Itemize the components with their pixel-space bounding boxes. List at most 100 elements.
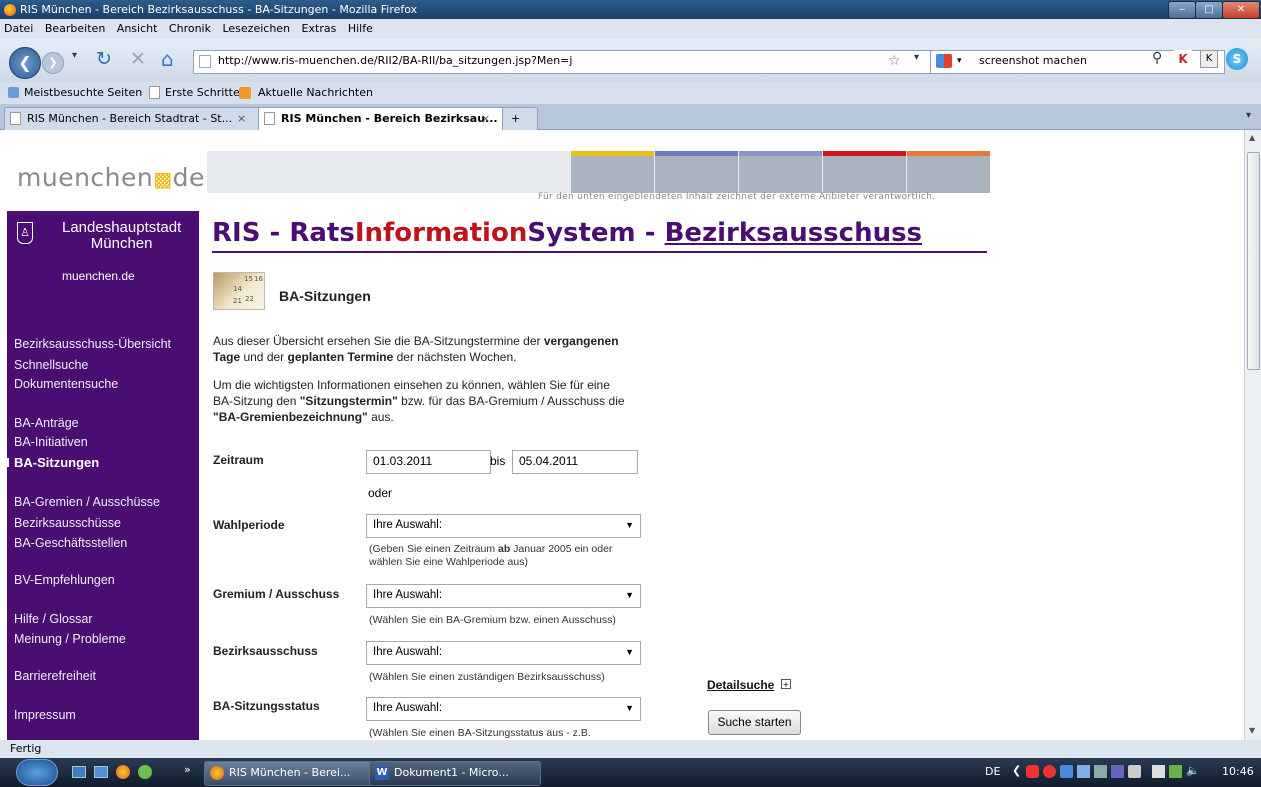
scroll-down-icon[interactable]: ▼ — [1249, 726, 1255, 735]
menu-bearbeiten[interactable]: Bearbeiten — [45, 22, 105, 35]
addon-k-red-icon[interactable]: K — [1174, 50, 1192, 68]
tab-stadtrat[interactable]: RIS München - Bereich Stadtrat - St... × — [4, 107, 278, 131]
tab-close-icon[interactable]: × — [481, 108, 490, 130]
muenchen-logo[interactable]: muenchen▩de — [17, 163, 205, 192]
bezirksausschuss-hint: (Wählen Sie einen zuständigen Bezirksaus… — [369, 671, 605, 683]
sidebar-item-impressum[interactable]: Impressum — [14, 708, 76, 722]
muenchen-link[interactable]: muenchen.de — [62, 269, 135, 283]
new-tab-button[interactable]: + — [502, 107, 538, 131]
menu-datei[interactable]: Datei — [4, 22, 33, 35]
maximize-button[interactable]: □ — [1195, 1, 1223, 19]
skype-icon[interactable]: S — [1226, 48, 1248, 70]
page-icon — [199, 55, 211, 68]
select-value: Ihre Auswahl: — [373, 589, 443, 601]
google-icon[interactable] — [936, 54, 952, 68]
scrollbar-thumb[interactable] — [1247, 152, 1260, 370]
tray-network2-icon[interactable] — [1169, 765, 1182, 778]
banner-block — [571, 151, 654, 193]
forward-button[interactable]: ❯ — [42, 52, 64, 74]
sidebar-item-dokumentensuche[interactable]: Dokumentensuche — [14, 377, 118, 391]
tray-app-icon[interactable] — [1128, 765, 1141, 778]
sidebar-item-barrierefreiheit[interactable]: Barrierefreiheit — [14, 669, 96, 683]
intro-text: und der — [240, 350, 288, 364]
system-tray-icons[interactable]: ❮ 🔈 — [1012, 764, 1212, 780]
home-icon[interactable]: ⌂ — [161, 47, 174, 71]
menu-extras[interactable]: Extras — [302, 22, 337, 35]
banner-block — [655, 151, 738, 193]
tray-app-icon[interactable] — [1094, 765, 1107, 778]
firefox-icon — [210, 766, 224, 780]
search-icon[interactable]: ⚲ — [1152, 50, 1162, 66]
start-button[interactable] — [16, 759, 58, 786]
vertical-scrollbar[interactable]: ▲ ▼ — [1244, 130, 1261, 740]
sidebar-item-ba-antraege[interactable]: BA-Anträge — [14, 416, 79, 430]
expand-icon[interactable]: + — [781, 679, 791, 689]
chevron-down-icon: ▼ — [625, 647, 634, 657]
url-bar[interactable]: http://www.ris-muenchen.de/RII2/BA-RII/b… — [193, 50, 939, 74]
chevron-down-icon: ▼ — [625, 703, 634, 713]
tray-app-icon[interactable] — [1111, 765, 1124, 778]
search-submit-button[interactable]: Suche starten — [708, 710, 801, 735]
minimize-button[interactable]: ‒ — [1168, 1, 1196, 19]
detailsuche-link[interactable]: Detailsuche — [707, 678, 774, 692]
menu-lesezeichen[interactable]: Lesezeichen — [222, 22, 290, 35]
sidebar-item-ba-geschaeftsstellen[interactable]: BA-Geschäftsstellen — [14, 536, 127, 550]
sitzungsstatus-select[interactable]: Ihre Auswahl: ▼ — [366, 697, 641, 721]
sidebar-item-ba-uebersicht[interactable]: Bezirksausschuss-Übersicht — [14, 337, 171, 351]
tray-security-icon[interactable] — [1043, 765, 1056, 778]
bookmark-star-icon[interactable]: ☆ — [888, 51, 901, 71]
calendar-icon: 15 16 14 21 22 — [213, 272, 265, 310]
bookmarks-toolbar: Meistbesuchte Seiten Erste Schritte Aktu… — [0, 82, 1261, 104]
sidebar-item-ba-gremien[interactable]: BA-Gremien / Ausschüsse — [14, 495, 160, 509]
gremium-select[interactable]: Ihre Auswahl: ▼ — [366, 584, 641, 608]
menu-ansicht[interactable]: Ansicht — [117, 22, 158, 35]
tray-device-icon[interactable] — [1152, 765, 1165, 778]
sidebar-item-meinung-probleme[interactable]: Meinung / Probleme — [14, 632, 126, 646]
tab-close-icon[interactable]: × — [237, 108, 246, 130]
scroll-up-icon[interactable]: ▲ — [1249, 133, 1255, 142]
tab-bezirksausschuss[interactable]: RIS München - Bereich Bezirksau... × — [258, 107, 522, 131]
most-visited-icon — [8, 87, 19, 98]
rss-icon — [239, 87, 251, 99]
sidebar-item-ba-initiativen[interactable]: BA-Initiativen — [14, 435, 88, 449]
reload-icon[interactable]: ↻ — [96, 48, 112, 70]
taskbar-item-word[interactable]: W Dokument1 - Micro... — [369, 761, 541, 786]
url-dropdown-icon[interactable]: ▾ — [914, 52, 919, 63]
firefox-quicklaunch-icon[interactable] — [116, 765, 130, 779]
wahlperiode-select[interactable]: Ihre Auswahl: ▼ — [366, 514, 641, 538]
back-button[interactable]: ❮ — [9, 47, 41, 79]
menu-chronik[interactable]: Chronik — [169, 22, 211, 35]
bookmark-erste-schritte[interactable]: Erste Schritte — [165, 82, 240, 104]
bookmark-aktuelle-nachrichten[interactable]: Aktuelle Nachrichten — [258, 82, 373, 104]
chevron-down-icon: ▼ — [625, 590, 634, 600]
addon-k-gray-icon[interactable]: K — [1200, 50, 1218, 68]
window-title-bar: RIS München - Bereich Bezirksausschuss -… — [0, 0, 1261, 19]
close-button[interactable]: ✕ — [1222, 1, 1260, 19]
tray-expand-icon[interactable]: ❮ — [1012, 764, 1021, 777]
tray-acrobat-icon[interactable] — [1026, 765, 1039, 778]
date-from-input[interactable]: 01.03.2011 — [366, 450, 491, 474]
sidebar-item-schnellsuche[interactable]: Schnellsuche — [14, 358, 88, 372]
stop-icon[interactable]: ✕ — [130, 48, 146, 70]
tray-app-icon[interactable] — [1077, 765, 1090, 778]
volume-icon[interactable]: 🔈 — [1186, 764, 1200, 777]
language-indicator[interactable]: DE — [985, 765, 1000, 778]
sidebar-item-hilfe-glossar[interactable]: Hilfe / Glossar — [14, 612, 93, 626]
switch-windows-icon[interactable] — [94, 766, 108, 778]
tab-list-dropdown-icon[interactable]: ▾ — [1246, 110, 1251, 121]
tray-network-icon[interactable] — [1060, 765, 1073, 778]
clock[interactable]: 10:46 — [1222, 765, 1254, 778]
menu-hilfe[interactable]: Hilfe — [348, 22, 373, 35]
show-desktop-icon[interactable] — [72, 766, 86, 778]
sidebar-item-bv-empfehlungen[interactable]: BV-Empfehlungen — [14, 573, 115, 587]
taskbar-item-firefox[interactable]: RIS München - Berei... — [204, 761, 391, 786]
sidebar-item-bezirksausschuesse[interactable]: Bezirksausschüsse — [14, 516, 121, 530]
search-engine-dropdown-icon[interactable]: ▾ — [957, 51, 962, 71]
history-dropdown-icon[interactable]: ▾ — [72, 50, 77, 61]
date-to-input[interactable]: 05.04.2011 — [512, 450, 638, 474]
sidebar-item-ba-sitzungen[interactable]: BA-Sitzungen — [14, 455, 99, 470]
bezirksausschuss-select[interactable]: Ihre Auswahl: ▼ — [366, 641, 641, 665]
bookmark-meistbesuchte-seiten[interactable]: Meistbesuchte Seiten — [24, 82, 142, 104]
app-quicklaunch-icon[interactable] — [138, 765, 152, 779]
quicklaunch-overflow-icon[interactable]: » — [184, 763, 191, 776]
